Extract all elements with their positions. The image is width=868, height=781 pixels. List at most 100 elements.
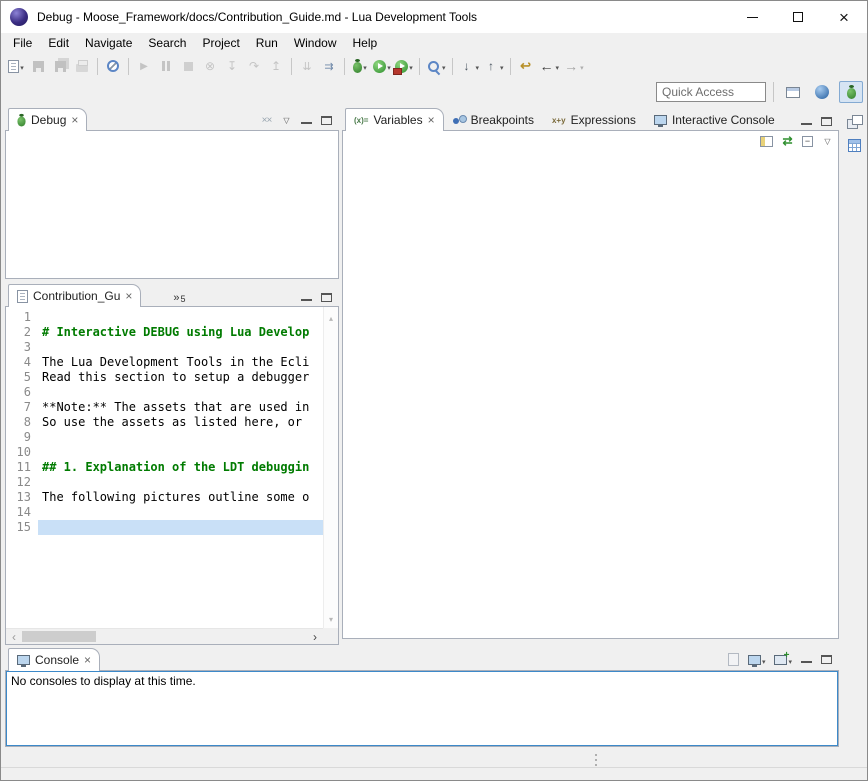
maximize-view-icon[interactable] (821, 117, 832, 126)
quick-access-input[interactable] (656, 82, 766, 102)
dropdown-arrow-icon[interactable] (761, 653, 766, 667)
minimized-view-button[interactable] (845, 136, 863, 154)
minimize-view-icon[interactable] (801, 656, 812, 663)
editor-line[interactable]: 7**Note:** The assets that are used in (6, 400, 323, 415)
open-console-button[interactable] (774, 654, 792, 666)
editor-line[interactable]: 10 (6, 445, 323, 460)
close-window-button[interactable] (821, 1, 867, 33)
scroll-up-icon[interactable] (329, 310, 333, 324)
editor-line[interactable]: 8So use the assets as listed here, or (6, 415, 323, 430)
dropdown-arrow-icon[interactable] (19, 59, 24, 73)
editor-content[interactable]: 1 2# Interactive DEBUG using Lua Develop… (6, 307, 323, 628)
maximize-view-icon[interactable] (821, 655, 832, 664)
menu-run[interactable]: Run (248, 34, 286, 52)
save-all-icon (55, 61, 66, 72)
editor-vertical-scrollbar[interactable] (323, 307, 338, 628)
editor-line[interactable]: 11## 1. Explanation of the LDT debuggin (6, 460, 323, 475)
back-button[interactable] (537, 55, 562, 77)
console-output[interactable]: No consoles to display at this time. (6, 671, 838, 746)
tab-console[interactable]: Console (8, 648, 100, 671)
line-number: 7 (6, 400, 38, 415)
scroll-down-icon[interactable] (329, 611, 333, 625)
drop-to-frame-button (296, 55, 318, 77)
line-number: 14 (6, 505, 38, 520)
trim-restore-button[interactable] (845, 112, 863, 130)
dropdown-arrow-icon[interactable] (475, 59, 480, 73)
last-edit-location-button[interactable] (515, 55, 537, 77)
use-step-filters-button[interactable] (318, 55, 340, 77)
run-button[interactable] (371, 55, 393, 77)
show-type-names-icon[interactable] (760, 136, 773, 147)
open-search-button[interactable] (424, 55, 448, 77)
editor-line[interactable]: 12 (6, 475, 323, 490)
close-icon[interactable] (84, 653, 91, 667)
external-tools-button[interactable] (393, 55, 415, 77)
menu-project[interactable]: Project (194, 34, 247, 52)
scroll-left-icon[interactable] (6, 630, 22, 644)
menu-edit[interactable]: Edit (40, 34, 77, 52)
next-annotation-button[interactable] (457, 55, 482, 77)
editor-horizontal-scrollbar[interactable] (6, 628, 323, 644)
toolbar-separator (97, 58, 98, 75)
editor-line[interactable]: 4The Lua Development Tools in the Ecli (6, 355, 323, 370)
menu-help[interactable]: Help (345, 34, 386, 52)
minimize-view-icon[interactable] (301, 294, 312, 301)
editor-line[interactable]: 3 (6, 340, 323, 355)
show-logical-structures-icon[interactable] (782, 135, 793, 147)
dropdown-arrow-icon[interactable] (386, 59, 391, 73)
tab-debug[interactable]: Debug (8, 108, 87, 131)
editor-line[interactable]: 6 (6, 385, 323, 400)
scroll-right-icon[interactable] (307, 630, 323, 644)
maximize-view-icon[interactable] (321, 116, 332, 125)
minimize-window-button[interactable] (729, 1, 775, 33)
menu-navigate[interactable]: Navigate (77, 34, 140, 52)
editor-tab-overflow-button[interactable]: 5 (167, 290, 191, 307)
debug-perspective-button[interactable] (839, 81, 863, 103)
dropdown-arrow-icon[interactable] (408, 59, 413, 73)
ldt-perspective-button[interactable] (810, 81, 834, 103)
scrollbar-thumb[interactable] (22, 631, 96, 642)
dropdown-arrow-icon[interactable] (499, 59, 504, 73)
dropdown-arrow-icon[interactable] (579, 59, 584, 73)
tab-contribution-guide[interactable]: Contribution_Gu (8, 284, 141, 307)
collapse-all-icon[interactable] (802, 136, 813, 147)
debug-view-tabbar: Debug (5, 108, 339, 131)
dropdown-arrow-icon[interactable] (555, 59, 560, 73)
editor-current-line[interactable]: 15 (6, 520, 323, 535)
display-selected-console-button[interactable] (748, 654, 766, 666)
menu-window[interactable]: Window (286, 34, 345, 52)
editor-line[interactable]: 2# Interactive DEBUG using Lua Develop (6, 325, 323, 340)
line-text: So use the assets as listed here, or (38, 415, 323, 430)
new-button[interactable] (5, 55, 27, 77)
tab-variables[interactable]: (x)= Variables (345, 108, 444, 131)
editor-line[interactable]: 14 (6, 505, 323, 520)
skip-all-breakpoints-button[interactable] (102, 55, 124, 77)
minimize-view-icon[interactable] (301, 117, 312, 124)
editor-line[interactable]: 1 (6, 310, 323, 325)
editor-line[interactable]: 9 (6, 430, 323, 445)
minimized-view-grid-icon (848, 139, 861, 152)
view-menu-icon[interactable] (281, 114, 292, 126)
editor-line[interactable]: 5Read this section to setup a debugger (6, 370, 323, 385)
close-icon[interactable] (125, 289, 132, 303)
tab-expressions[interactable]: x+y Expressions (543, 108, 645, 131)
minimize-view-icon[interactable] (801, 118, 812, 125)
menu-search[interactable]: Search (140, 34, 194, 52)
editor-line[interactable]: 13The following pictures outline some o (6, 490, 323, 505)
maximize-window-button[interactable] (775, 1, 821, 33)
external-tools-icon (395, 60, 408, 73)
print-icon (76, 64, 88, 72)
close-icon[interactable] (428, 113, 435, 127)
previous-annotation-button[interactable] (481, 55, 506, 77)
dropdown-arrow-icon[interactable] (362, 59, 367, 73)
view-menu-icon[interactable] (822, 135, 833, 147)
debug-button[interactable] (349, 55, 371, 77)
open-perspective-button[interactable] (781, 81, 805, 103)
maximize-view-icon[interactable] (321, 293, 332, 302)
dropdown-arrow-icon[interactable] (441, 59, 446, 73)
tab-interactive-console[interactable]: Interactive Console (645, 108, 784, 131)
tab-breakpoints[interactable]: Breakpoints (444, 108, 543, 131)
close-icon[interactable] (71, 113, 78, 127)
menu-file[interactable]: File (5, 34, 40, 52)
pin-console-icon (728, 653, 739, 666)
